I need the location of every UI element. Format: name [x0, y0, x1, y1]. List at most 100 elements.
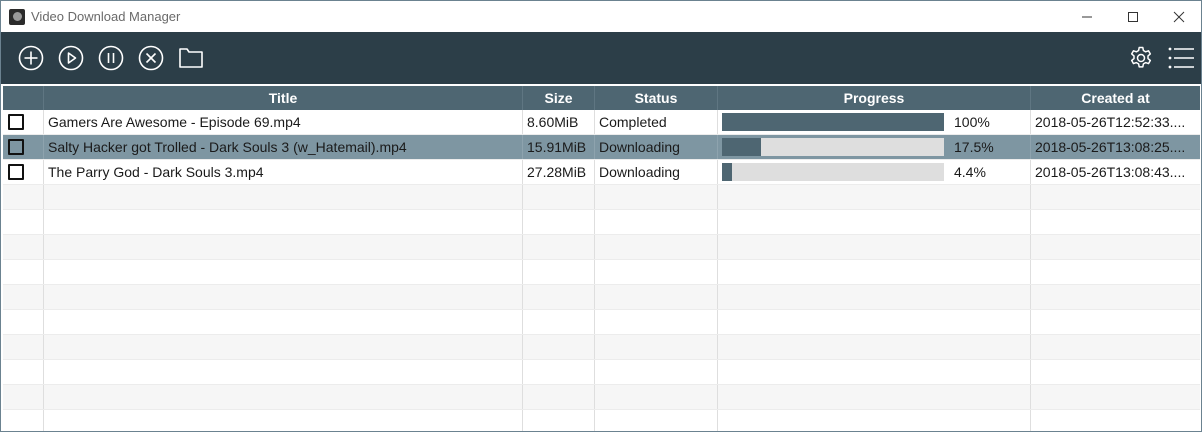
progress-column-header[interactable]: Progress: [718, 86, 1031, 110]
empty-cell: [523, 185, 595, 209]
progress-percent: 100%: [954, 114, 990, 130]
empty-cell: [523, 285, 595, 309]
title-bar: Video Download Manager: [1, 1, 1201, 32]
minimize-icon: [1082, 16, 1092, 17]
empty-cell: [718, 210, 1031, 234]
row-checkbox[interactable]: [8, 114, 24, 130]
table-body: Gamers Are Awesome - Episode 69.mp4 8.60M…: [3, 110, 1200, 431]
empty-cell: [3, 335, 44, 359]
add-download-button[interactable]: [17, 44, 45, 72]
empty-cell: [1031, 385, 1200, 409]
empty-cell: [718, 285, 1031, 309]
empty-cell: [44, 335, 523, 359]
empty-cell: [44, 410, 523, 431]
empty-cell: [718, 235, 1031, 259]
title-cell: Gamers Are Awesome - Episode 69.mp4: [44, 110, 523, 134]
cancel-download-button[interactable]: [137, 44, 165, 72]
empty-cell: [44, 210, 523, 234]
maximize-button[interactable]: [1110, 1, 1156, 32]
empty-cell: [1031, 260, 1200, 284]
pause-button[interactable]: [97, 44, 125, 72]
table-row[interactable]: Gamers Are Awesome - Episode 69.mp4 8.60M…: [3, 110, 1200, 135]
table-row[interactable]: Salty Hacker got Trolled - Dark Souls 3 …: [3, 135, 1200, 160]
table-row[interactable]: The Parry God - Dark Souls 3.mp4 27.28MiB…: [3, 160, 1200, 185]
empty-cell: [595, 335, 718, 359]
empty-cell: [3, 185, 44, 209]
empty-cell: [523, 210, 595, 234]
row-select-cell: [3, 110, 44, 134]
empty-cell: [1031, 310, 1200, 334]
progress-cell: 17.5%: [718, 135, 1031, 159]
empty-cell: [523, 410, 595, 431]
empty-cell: [523, 310, 595, 334]
progress-bar-fill: [722, 163, 732, 181]
progress-bar: [722, 138, 944, 156]
empty-row: [3, 285, 1200, 310]
created-cell: 2018-05-26T13:08:25....: [1035, 139, 1186, 155]
app-logo-icon: [9, 9, 25, 25]
title-column-header[interactable]: Title: [44, 86, 523, 110]
progress-cell: 100%: [718, 110, 1031, 134]
size-cell: 27.28MiB: [523, 160, 595, 184]
settings-button[interactable]: [1127, 44, 1155, 72]
empty-cell: [3, 360, 44, 384]
empty-cell: [595, 360, 718, 384]
empty-cell: [595, 235, 718, 259]
empty-cell: [595, 385, 718, 409]
empty-cell: [1031, 285, 1200, 309]
empty-cell: [1031, 410, 1200, 431]
empty-row: [3, 260, 1200, 285]
empty-cell: [595, 310, 718, 334]
maximize-icon: [1128, 11, 1138, 22]
empty-cell: [595, 210, 718, 234]
row-checkbox[interactable]: [8, 164, 24, 180]
empty-cell: [1031, 360, 1200, 384]
empty-cell: [3, 310, 44, 334]
empty-cell: [44, 385, 523, 409]
empty-cell: [523, 360, 595, 384]
toolbar: [1, 32, 1201, 84]
minimize-button[interactable]: [1064, 1, 1110, 32]
empty-cell: [3, 385, 44, 409]
app-window: Video Download Manager Title Size Status…: [0, 0, 1202, 432]
resume-button[interactable]: [57, 44, 85, 72]
size-cell: 8.60MiB: [523, 110, 595, 134]
progress-percent: 17.5%: [954, 139, 994, 155]
empty-cell: [523, 385, 595, 409]
open-folder-button[interactable]: [177, 44, 205, 72]
folder-icon: [179, 48, 203, 68]
empty-cell: [3, 410, 44, 431]
play-icon: [58, 45, 84, 71]
empty-cell: [3, 285, 44, 309]
empty-cell: [718, 310, 1031, 334]
progress-percent: 4.4%: [954, 164, 986, 180]
close-button[interactable]: [1156, 1, 1201, 32]
downloads-table: Title Size Status Progress Created at Ga…: [3, 86, 1200, 431]
menu-button[interactable]: [1167, 44, 1195, 72]
empty-cell: [1031, 235, 1200, 259]
status-cell: Downloading: [595, 160, 718, 184]
created-cell: 2018-05-26T12:52:33....: [1035, 114, 1186, 130]
empty-cell: [44, 285, 523, 309]
empty-cell: [718, 410, 1031, 431]
empty-cell: [523, 260, 595, 284]
empty-cell: [718, 385, 1031, 409]
empty-cell: [718, 260, 1031, 284]
created-cell: 2018-05-26T13:08:43....: [1035, 164, 1186, 180]
empty-cell: [595, 185, 718, 209]
row-select-cell: [3, 135, 44, 159]
empty-row: [3, 410, 1200, 431]
empty-cell: [595, 260, 718, 284]
progress-bar: [722, 113, 944, 131]
empty-cell: [3, 260, 44, 284]
close-icon: [1173, 11, 1185, 22]
settings-icon: [1130, 46, 1152, 68]
empty-row: [3, 185, 1200, 210]
created-column-header[interactable]: Created at: [1031, 86, 1200, 110]
table-header: Title Size Status Progress Created at: [3, 86, 1200, 110]
size-column-header[interactable]: Size: [523, 86, 595, 110]
select-column-header[interactable]: [3, 86, 44, 110]
row-checkbox[interactable]: [8, 139, 24, 155]
empty-cell: [718, 335, 1031, 359]
status-column-header[interactable]: Status: [595, 86, 718, 110]
